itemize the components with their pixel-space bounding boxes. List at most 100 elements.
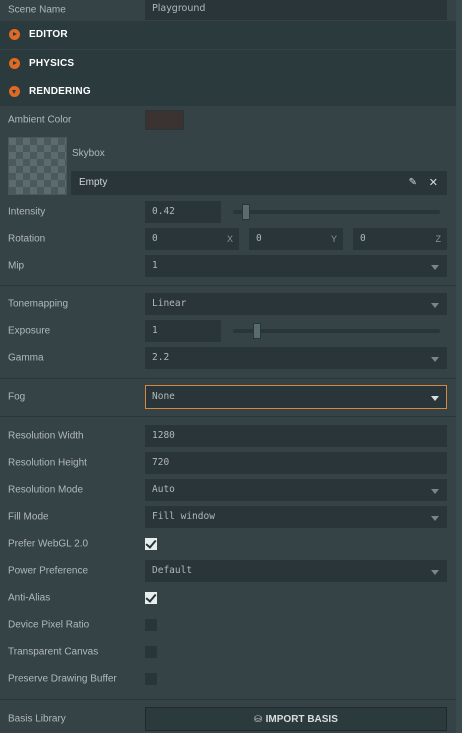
section-rendering-title: RENDERING [29, 86, 91, 97]
fog-row: Fog None [0, 384, 456, 410]
expand-icon [9, 58, 20, 69]
pencil-icon[interactable]: ✎ [409, 171, 417, 195]
gamma-value: 2.2 [152, 352, 170, 363]
tonemapping-select[interactable]: Linear [145, 293, 447, 315]
dropdown-arrow-icon [431, 489, 439, 494]
transparent-canvas-checkbox[interactable] [145, 646, 157, 658]
dropdown-arrow-icon [431, 265, 439, 270]
rotation-y-input[interactable]: 0 Y [249, 228, 343, 250]
tonemapping-row: Tonemapping Linear [0, 291, 456, 317]
anti-alias-label: Anti-Alias [8, 592, 51, 604]
divider [0, 416, 456, 417]
anti-alias-row: Anti-Alias [0, 585, 456, 611]
preserve-drawing-buffer-row: Preserve Drawing Buffer [0, 666, 456, 692]
dropdown-arrow-icon [431, 357, 439, 362]
gamma-row: Gamma 2.2 [0, 345, 456, 371]
rotation-z-axis: Z [435, 234, 442, 244]
resolution-height-input[interactable]: 720 [145, 452, 447, 474]
rotation-y-value: 0 [256, 233, 262, 244]
fill-mode-value: Fill window [152, 511, 215, 522]
skybox-value: Empty [79, 177, 108, 188]
scene-name-row: Scene Name Playground [0, 0, 456, 20]
import-icon: ⛁ [254, 714, 262, 724]
device-pixel-ratio-label: Device Pixel Ratio [8, 619, 90, 631]
fill-mode-row: Fill Mode Fill window [0, 504, 456, 530]
section-physics[interactable]: PHYSICS [0, 50, 456, 78]
rotation-label: Rotation [8, 233, 46, 245]
resolution-mode-select[interactable]: Auto [145, 479, 447, 501]
skybox-thumbnail[interactable] [8, 137, 67, 195]
power-preference-row: Power Preference Default [0, 558, 456, 584]
scrollbar-thumb[interactable] [456, 0, 462, 733]
device-pixel-ratio-row: Device Pixel Ratio [0, 612, 456, 638]
basis-library-row: Basis Library ⛁ IMPORT BASIS [0, 706, 456, 732]
rotation-x-input[interactable]: 0 X [145, 228, 239, 250]
divider [0, 285, 456, 286]
scene-name-label: Scene Name [8, 4, 66, 16]
fog-select[interactable]: None [145, 385, 447, 409]
mip-label: Mip [8, 260, 25, 272]
fog-label: Fog [8, 391, 26, 403]
section-rendering[interactable]: RENDERING [0, 78, 456, 106]
power-preference-select[interactable]: Default [145, 560, 447, 582]
preserve-drawing-buffer-label: Preserve Drawing Buffer [8, 673, 117, 685]
transparent-canvas-label: Transparent Canvas [8, 646, 99, 658]
transparent-canvas-row: Transparent Canvas [0, 639, 456, 665]
rotation-x-axis: X [226, 234, 233, 244]
resolution-mode-row: Resolution Mode Auto [0, 477, 456, 503]
preserve-drawing-buffer-checkbox[interactable] [145, 673, 157, 685]
prefer-webgl2-row: Prefer WebGL 2.0 [0, 531, 456, 557]
basis-library-label: Basis Library [8, 713, 66, 725]
power-preference-label: Power Preference [8, 565, 89, 577]
resolution-mode-label: Resolution Mode [8, 484, 84, 496]
close-icon[interactable]: ✕ [429, 171, 438, 195]
dropdown-arrow-icon [431, 570, 439, 575]
mip-select[interactable]: 1 [145, 255, 447, 277]
fill-mode-select[interactable]: Fill window [145, 506, 447, 528]
divider [0, 699, 456, 700]
device-pixel-ratio-checkbox[interactable] [145, 619, 157, 631]
intensity-label: Intensity [8, 206, 46, 218]
ambient-color-row: Ambient Color [0, 107, 456, 133]
dropdown-arrow-icon [431, 303, 439, 308]
intensity-input[interactable]: 0.42 [145, 201, 221, 223]
import-basis-button[interactable]: ⛁ IMPORT BASIS [145, 707, 447, 731]
exposure-slider[interactable] [233, 323, 440, 339]
section-editor[interactable]: EDITOR [0, 21, 456, 49]
gamma-label: Gamma [8, 352, 44, 364]
section-physics-title: PHYSICS [29, 58, 75, 69]
rotation-z-value: 0 [360, 233, 366, 244]
rotation-y-axis: Y [330, 234, 337, 244]
section-editor-title: EDITOR [29, 29, 68, 40]
intensity-slider-handle[interactable] [242, 204, 250, 220]
resolution-width-label: Resolution Width [8, 430, 84, 442]
intensity-slider[interactable] [233, 204, 440, 220]
anti-alias-checkbox[interactable] [145, 592, 157, 604]
rotation-x-value: 0 [152, 233, 158, 244]
scrollbar[interactable] [456, 0, 462, 733]
exposure-slider-handle[interactable] [253, 323, 261, 339]
resolution-width-row: Resolution Width 1280 [0, 423, 456, 449]
resolution-width-input[interactable]: 1280 [145, 425, 447, 447]
ambient-color-label: Ambient Color [8, 114, 72, 126]
mip-value: 1 [152, 260, 158, 271]
dropdown-arrow-icon [431, 516, 439, 521]
resolution-height-label: Resolution Height [8, 457, 87, 469]
tonemapping-value: Linear [152, 298, 187, 309]
prefer-webgl2-label: Prefer WebGL 2.0 [8, 538, 89, 550]
collapse-icon [9, 86, 20, 97]
divider [0, 378, 456, 379]
gamma-select[interactable]: 2.2 [145, 347, 447, 369]
fog-value: None [152, 391, 175, 402]
skybox-asset-field[interactable]: Empty ✎ ✕ [71, 171, 447, 195]
tonemapping-label: Tonemapping [8, 298, 69, 310]
skybox-label: Skybox [72, 148, 105, 159]
mip-row: Mip 1 [0, 253, 456, 279]
exposure-row: Exposure 1 [0, 318, 456, 344]
resolution-height-row: Resolution Height 720 [0, 450, 456, 476]
exposure-input[interactable]: 1 [145, 320, 221, 342]
ambient-color-swatch[interactable] [145, 110, 184, 130]
rotation-z-input[interactable]: 0 Z [353, 228, 447, 250]
scene-name-input[interactable]: Playground [145, 0, 447, 20]
prefer-webgl2-checkbox[interactable] [145, 538, 157, 550]
